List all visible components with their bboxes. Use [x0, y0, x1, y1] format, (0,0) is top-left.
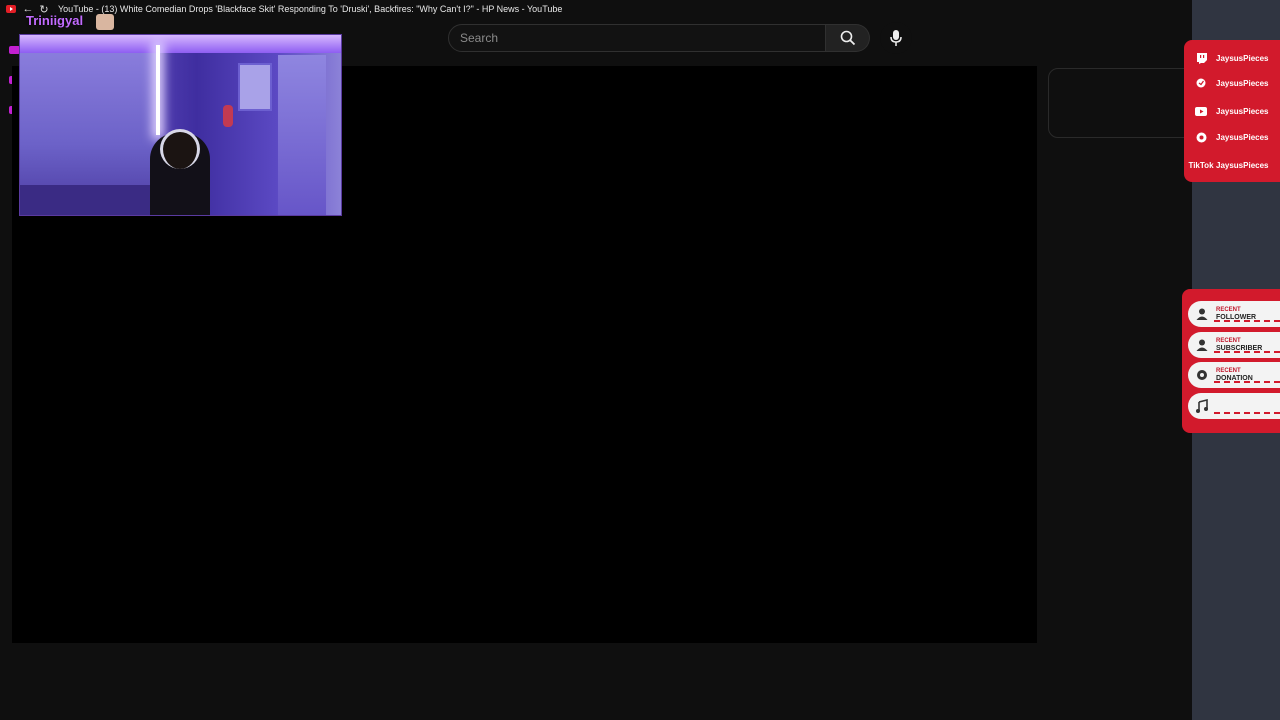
gear-icon [1188, 368, 1216, 382]
social-row: TikTok JaysusPieces [1186, 155, 1280, 175]
search-input[interactable]: Search [448, 24, 826, 52]
window-title: YouTube - (13) White Comedian Drops 'Bla… [58, 4, 563, 14]
music-icon [1188, 399, 1216, 413]
youtube-icon [1186, 106, 1216, 116]
twitch-icon [1186, 52, 1216, 64]
webcam-overlay [19, 34, 342, 216]
recommendation-panel [1048, 68, 1188, 138]
youtube-favicon-icon [6, 5, 16, 13]
social-row: JaysusPieces [1186, 73, 1280, 93]
instagram-icon [1186, 132, 1216, 143]
browser-titlebar: ← ↻ YouTube - (13) White Comedian Drops … [0, 0, 1192, 18]
screen: ← ↻ YouTube - (13) White Comedian Drops … [0, 0, 1280, 720]
user-icon [1188, 338, 1216, 352]
avatar [96, 14, 114, 30]
twitter-icon [1186, 78, 1216, 88]
recent-donation: RECENT DONATION [1188, 362, 1280, 388]
voice-search-button[interactable] [880, 22, 912, 54]
social-row: JaysusPieces [1186, 48, 1280, 68]
search-button[interactable] [826, 24, 870, 52]
recent-follower: RECENT FOLLOWER [1188, 301, 1280, 327]
streamer-name: Triniigyal [26, 13, 84, 28]
recent-subscriber: RECENT SUBSCRIBER [1188, 332, 1280, 358]
now-playing [1188, 393, 1280, 419]
search-icon [840, 30, 855, 46]
user-icon [1188, 307, 1216, 321]
social-row: JaysusPieces [1186, 127, 1280, 147]
microphone-icon [890, 30, 902, 46]
social-row: JaysusPieces [1186, 101, 1280, 121]
tiktok-icon: TikTok [1188, 160, 1214, 170]
